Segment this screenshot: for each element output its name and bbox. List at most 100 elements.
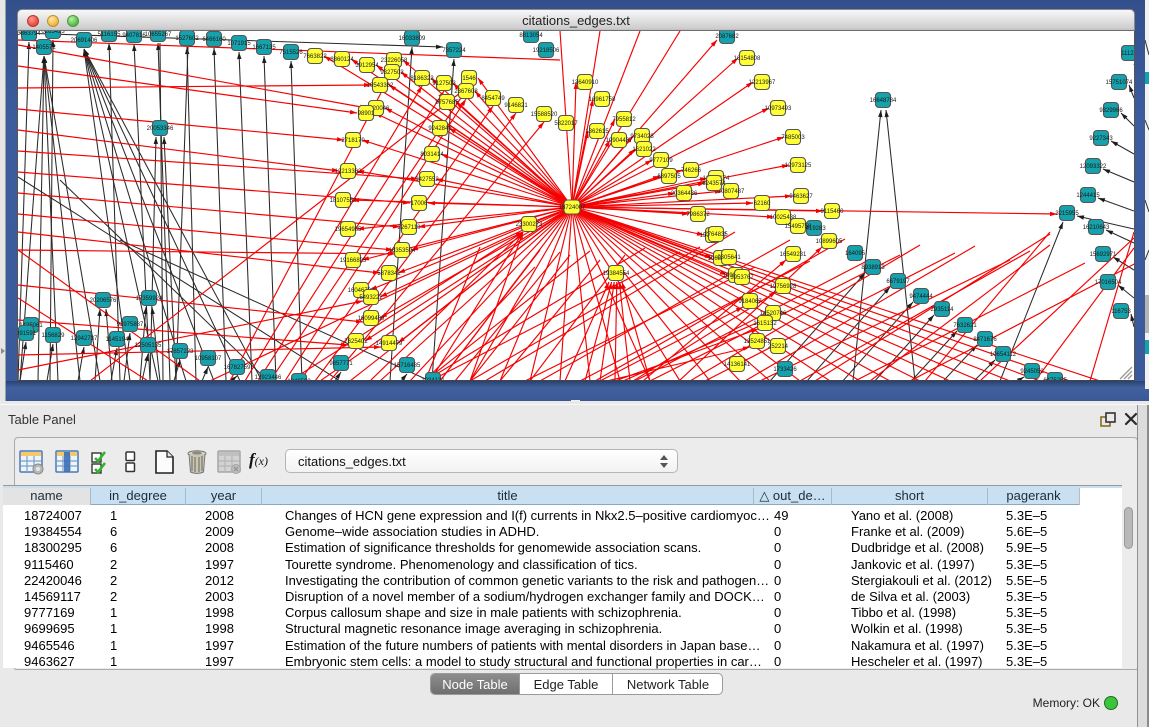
svg-text:93975887: 93975887 [117, 322, 144, 328]
svg-text:12093322: 12093322 [1080, 164, 1107, 170]
svg-text:116753: 116753 [1111, 309, 1131, 315]
svg-text:15716485: 15716485 [394, 363, 421, 369]
svg-text:3267110: 3267110 [398, 225, 422, 231]
svg-text:746266: 746266 [681, 168, 702, 174]
svg-text:10973493: 10973493 [765, 106, 792, 112]
svg-text:9329966: 9329966 [1099, 108, 1123, 114]
svg-text:10899605: 10899605 [816, 239, 843, 245]
svg-text:5822017: 5822017 [554, 121, 578, 127]
svg-text:9245052: 9245052 [1020, 369, 1044, 375]
svg-text:1244415: 1244415 [1076, 193, 1100, 199]
svg-text:3953767: 3953767 [730, 275, 754, 281]
svg-text:10807487: 10807487 [718, 189, 745, 195]
svg-text:14136141: 14136141 [724, 362, 751, 368]
svg-text:8186323: 8186323 [410, 76, 434, 82]
svg-text:18107552: 18107552 [330, 198, 357, 204]
svg-text:3863794: 3863794 [18, 31, 41, 37]
svg-text:9407816: 9407816 [122, 33, 146, 39]
svg-text:16782759: 16782759 [224, 365, 251, 371]
svg-text:17006: 17006 [411, 201, 428, 207]
svg-text:7515526: 7515526 [279, 50, 303, 56]
svg-text:1546: 1546 [462, 76, 476, 82]
svg-text:10655267: 10655267 [145, 32, 172, 38]
svg-text:7955812: 7955812 [612, 117, 636, 123]
svg-text:12213382: 12213382 [335, 169, 362, 175]
svg-text:9734028: 9734028 [630, 134, 654, 140]
svg-text:9857771: 9857771 [329, 361, 353, 367]
svg-text:12505135: 12505135 [135, 343, 162, 349]
svg-text:7485003: 7485003 [781, 135, 805, 141]
svg-text:391591: 391591 [18, 331, 37, 337]
svg-text:164095: 164095 [845, 251, 866, 257]
svg-text:20206576: 20206576 [90, 298, 117, 304]
svg-text:23300273: 23300273 [516, 222, 543, 228]
svg-text:16099489: 16099489 [358, 316, 385, 322]
svg-text:20364436: 20364436 [671, 191, 698, 197]
svg-text:2718170: 2718170 [341, 138, 365, 144]
svg-text:17016504: 17016504 [1095, 280, 1122, 286]
svg-text:6475255: 6475255 [1043, 378, 1067, 381]
svg-text:20053346: 20053346 [147, 126, 174, 132]
svg-text:2764835: 2764835 [704, 232, 728, 238]
svg-text:19756928: 19756928 [770, 284, 797, 290]
svg-text:1405572: 1405572 [32, 45, 56, 51]
svg-text:19654985: 19654985 [335, 227, 362, 233]
svg-text:16961758: 16961758 [589, 97, 616, 103]
svg-text:16648784: 16648784 [870, 98, 897, 104]
svg-text:8471676: 8471676 [973, 337, 997, 343]
svg-text:5493222: 5493222 [359, 295, 383, 301]
svg-text:1527602: 1527602 [175, 36, 199, 42]
svg-text:9427552: 9427552 [415, 177, 439, 183]
svg-text:7357224: 7357224 [442, 48, 466, 54]
svg-text:1145194: 1145194 [106, 337, 130, 343]
svg-text:8757685: 8757685 [435, 100, 459, 106]
svg-text:1071915: 1071915 [227, 41, 251, 47]
svg-text:17359924: 17359924 [136, 296, 163, 302]
svg-text:5878342: 5878342 [377, 271, 401, 277]
svg-text:13524851: 13524851 [744, 339, 771, 345]
svg-text:12213967: 12213967 [749, 80, 776, 86]
svg-text:98901: 98901 [358, 111, 375, 117]
svg-text:1667135: 1667135 [252, 45, 276, 51]
svg-text:8031414: 8031414 [420, 152, 444, 158]
svg-text:9146821: 9146821 [504, 103, 528, 109]
svg-text:0265423: 0265423 [41, 31, 65, 35]
svg-text:9227343: 9227343 [1089, 136, 1113, 142]
svg-text:9474444: 9474444 [909, 294, 933, 300]
svg-text:9777109: 9777109 [649, 158, 673, 164]
svg-text:15588520: 15588520 [531, 112, 558, 118]
svg-text:15692971: 15692971 [1090, 252, 1117, 258]
svg-text:15751074: 15751074 [1106, 80, 1133, 86]
svg-text:8860124: 8860124 [330, 57, 354, 63]
svg-text:6243574: 6243574 [702, 181, 726, 187]
svg-text:16549231: 16549231 [780, 252, 807, 258]
svg-text:8813054: 8813054 [519, 33, 543, 39]
svg-text:7632621: 7632621 [953, 323, 977, 329]
svg-text:1733426: 1733426 [773, 367, 797, 373]
svg-text:18724007: 18724007 [559, 205, 586, 211]
svg-text:1615132: 1615132 [753, 321, 777, 327]
svg-text:2935114: 2935114 [931, 307, 955, 313]
svg-text:12973125: 12973125 [785, 163, 812, 169]
svg-text:12942737: 12942737 [71, 336, 98, 342]
svg-text:19218506: 19218506 [533, 48, 560, 54]
svg-text:6466160: 6466160 [202, 37, 226, 43]
svg-text:6679197: 6679197 [886, 279, 910, 285]
svg-text:12923446: 12923446 [255, 375, 282, 381]
svg-text:2087682: 2087682 [715, 34, 739, 40]
svg-text:9327503: 9327503 [380, 70, 404, 76]
svg-text:1362615: 1362615 [585, 129, 609, 135]
svg-text:7986372: 7986372 [686, 212, 710, 218]
svg-text:5116155: 5116155 [98, 32, 122, 38]
svg-text:10654112: 10654112 [990, 352, 1017, 358]
svg-text:10958107: 10958107 [195, 356, 222, 362]
svg-text:16154808: 16154808 [734, 56, 761, 62]
svg-text:9127503: 9127503 [432, 81, 456, 87]
svg-text:8454749: 8454749 [481, 96, 505, 102]
svg-text:7663822: 7663822 [303, 54, 327, 60]
svg-text:11123: 11123 [1121, 51, 1134, 57]
svg-text:8938913: 8938913 [861, 265, 885, 271]
svg-text:16210643: 16210643 [1083, 225, 1110, 231]
svg-text:17857223: 17857223 [167, 349, 194, 355]
svg-text:13640910: 13640910 [572, 80, 599, 86]
